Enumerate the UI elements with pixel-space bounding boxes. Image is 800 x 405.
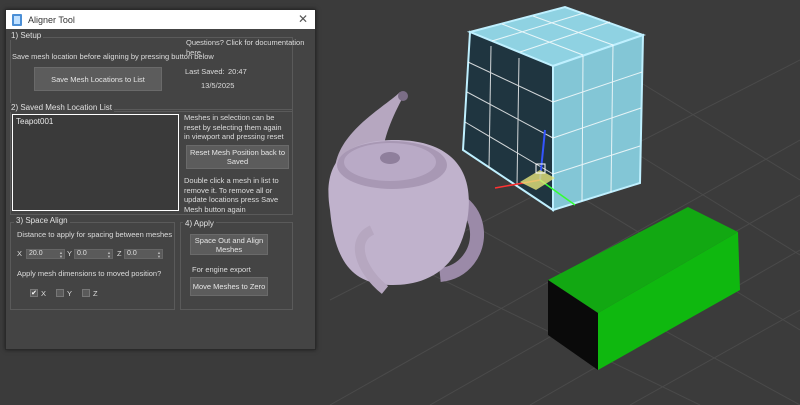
remove-hint: Double click a mesh in list to remove it… [184,176,279,214]
close-icon[interactable]: ✕ [298,12,308,26]
checkbox-z-label: Z [93,289,98,298]
x-distance-spinner[interactable]: 20.0 ▲ ▼ [26,249,65,259]
checkbox-x-label: X [41,289,47,298]
engine-export-label: For engine export [192,265,251,274]
check-icon: ✔ [31,290,37,297]
y-spin-label: Y [67,249,73,258]
space-align-group-title: 3) Space Align [14,216,70,225]
spinner-arrows-icon[interactable]: ▲ ▼ [157,251,161,259]
save-mesh-locations-button[interactable]: Save Mesh Locations to List [34,67,162,91]
saved-list-group-title: 2) Saved Mesh Location List [9,103,114,112]
app-icon [12,13,22,26]
reset-hint: Meshes in selection can be reset by sele… [184,113,284,141]
y-distance-value: 0.0 [77,250,87,257]
mesh-list[interactable]: Teapot001 [12,114,179,211]
window-title: Aligner Tool [28,14,75,25]
space-out-align-button[interactable]: Space Out and Align Meshes [190,234,268,255]
dimensions-label: Apply mesh dimensions to moved position? [17,269,162,278]
spinner-arrows-icon[interactable]: ▲ ▼ [107,251,111,259]
checkbox-y[interactable] [56,289,64,297]
x-distance-value: 20.0 [29,250,43,257]
checkbox-z[interactable] [82,289,90,297]
move-meshes-to-zero-button[interactable]: Move Meshes to Zero [190,277,268,296]
last-saved-date: 13/5/2025 [201,81,235,90]
reset-mesh-position-button[interactable]: Reset Mesh Position back to Saved [186,145,289,169]
last-saved-time: 20:47 [228,67,247,76]
list-item[interactable]: Teapot001 [13,115,178,128]
title-bar[interactable]: Aligner Tool ✕ [6,10,315,29]
checkbox-x[interactable]: ✔ [30,289,38,297]
z-distance-value: 0.0 [127,250,137,257]
distance-label: Distance to apply for spacing between me… [17,230,173,239]
x-spin-label: X [17,249,23,258]
checkbox-y-label: Y [67,289,73,298]
y-distance-spinner[interactable]: 0.0 ▲ ▼ [74,249,113,259]
z-spin-label: Z [117,249,122,258]
aligner-tool-dialog: Aligner Tool ✕ 1) Setup Questions? Click… [5,9,316,350]
z-distance-spinner[interactable]: 0.0 ▲ ▼ [124,249,163,259]
setup-instruction: Save mesh location before aligning by pr… [12,52,214,61]
last-saved-label: Last Saved: [185,67,225,76]
spinner-arrows-icon[interactable]: ▲ ▼ [59,251,63,259]
setup-group-title: 1) Setup [9,31,44,40]
apply-group-title: 4) Apply [183,219,216,228]
